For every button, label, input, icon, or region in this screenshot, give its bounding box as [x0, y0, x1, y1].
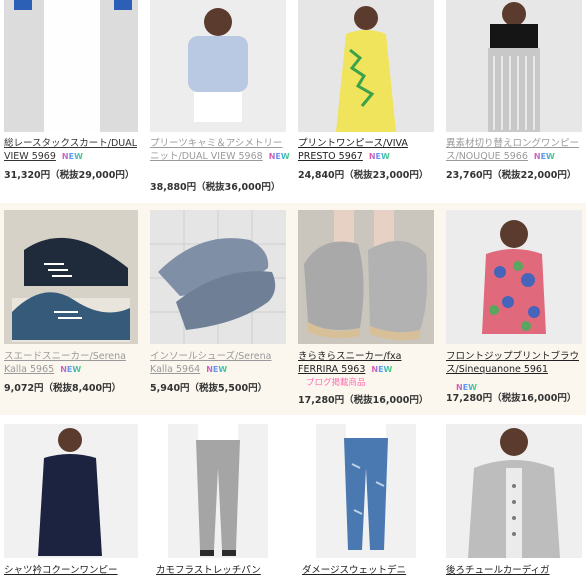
- product-title-link[interactable]: 異素材切り替えロングワンピース/NOUQUE 5966 NEW: [446, 137, 586, 163]
- new-badge: NEW: [368, 152, 390, 161]
- product-price: 17,280円（税抜16,000円）: [298, 395, 429, 406]
- product-title[interactable]: 後ろチュールカーディガ: [446, 565, 550, 576]
- product-title-link[interactable]: シャツ衿コクーンワンピー: [4, 564, 144, 577]
- product-title-link[interactable]: 総レースタックスカート/DUAL VIEW 5969 NEW: [4, 137, 144, 163]
- product-photo: [446, 210, 582, 344]
- product-image[interactable]: [4, 424, 138, 558]
- product-image[interactable]: [446, 0, 582, 132]
- product-price: 38,880円（税抜36,000円）: [150, 182, 281, 193]
- product-photo: [446, 0, 582, 132]
- product-title-link[interactable]: 後ろチュールカーディガ: [446, 564, 586, 577]
- product-image[interactable]: [446, 424, 582, 558]
- new-badge: NEW: [206, 365, 228, 374]
- product-image[interactable]: [4, 210, 138, 344]
- product-image[interactable]: [150, 0, 286, 132]
- product-grid: 総レースタックスカート/DUAL VIEW 5969 NEW 31,320円（税抜…: [0, 0, 586, 577]
- product-price: 5,940円（税抜5,500円）: [150, 383, 268, 394]
- product-title[interactable]: プリントワンピース/VIVA PRESTO 5967: [298, 138, 408, 162]
- product-title-link[interactable]: きらきらスニーカー/fxa FERRIRA 5963 NEW: [298, 350, 438, 376]
- new-badge: NEW: [268, 152, 290, 161]
- product-title[interactable]: プリーツキャミ＆アシメトリーニット/DUAL VIEW 5968: [150, 138, 282, 162]
- product-price: 24,840円（税抜23,000円）: [298, 170, 429, 181]
- new-badge: NEW: [61, 152, 83, 161]
- blog-note: ブログ掲載商品: [306, 378, 366, 388]
- product-image[interactable]: [298, 0, 434, 132]
- product-title[interactable]: ダメージスウェットデニ: [302, 565, 406, 576]
- product-image[interactable]: [168, 424, 268, 558]
- product-photo: [168, 424, 268, 558]
- product-price: 9,072円（税抜8,400円）: [4, 383, 122, 394]
- product-photo: [4, 0, 138, 132]
- product-title-link[interactable]: フロントジップブリントブラウス/Sinequanone 5961: [446, 350, 586, 376]
- product-photo: [316, 424, 416, 558]
- product-photo: [298, 210, 434, 344]
- product-title[interactable]: カモフラストレッチパン: [156, 565, 261, 576]
- product-image[interactable]: [4, 0, 138, 132]
- product-photo: [150, 210, 286, 344]
- product-photo: [4, 424, 138, 558]
- new-badge: NEW: [371, 365, 393, 374]
- product-photo: [446, 424, 582, 558]
- product-image[interactable]: [446, 210, 582, 344]
- product-title-link[interactable]: プリーツキャミ＆アシメトリーニット/DUAL VIEW 5968 NEW: [150, 137, 290, 163]
- new-badge: NEW: [60, 365, 82, 374]
- product-title-link[interactable]: ダメージスウェットデニ: [302, 564, 442, 577]
- product-photo: [150, 0, 286, 132]
- product-title-link[interactable]: カモフラストレッチパン: [156, 564, 296, 577]
- product-title[interactable]: 異素材切り替えロングワンピース/NOUQUE 5966: [446, 138, 579, 162]
- product-title-link[interactable]: スエードスニーカー/Serena Kalla 5965 NEW: [4, 350, 144, 376]
- product-title[interactable]: シャツ衿コクーンワンピー: [4, 565, 118, 576]
- product-title[interactable]: フロントジップブリントブラウス/Sinequanone 5961: [446, 351, 579, 375]
- new-badge: NEW: [533, 152, 555, 161]
- product-image[interactable]: [298, 210, 434, 344]
- product-photo: [4, 210, 138, 344]
- product-image[interactable]: [150, 210, 286, 344]
- product-price: 31,320円（税抜29,000円）: [4, 170, 135, 181]
- product-photo: [298, 0, 434, 132]
- product-image[interactable]: [316, 424, 416, 558]
- product-title-link[interactable]: インソールシューズ/Serena Kalla 5964 NEW: [150, 350, 290, 376]
- product-price: 23,760円（税抜22,000円）: [446, 170, 577, 181]
- product-price: 17,280円（税抜16,000円）: [446, 393, 577, 404]
- product-title-link[interactable]: プリントワンピース/VIVA PRESTO 5967 NEW: [298, 137, 438, 163]
